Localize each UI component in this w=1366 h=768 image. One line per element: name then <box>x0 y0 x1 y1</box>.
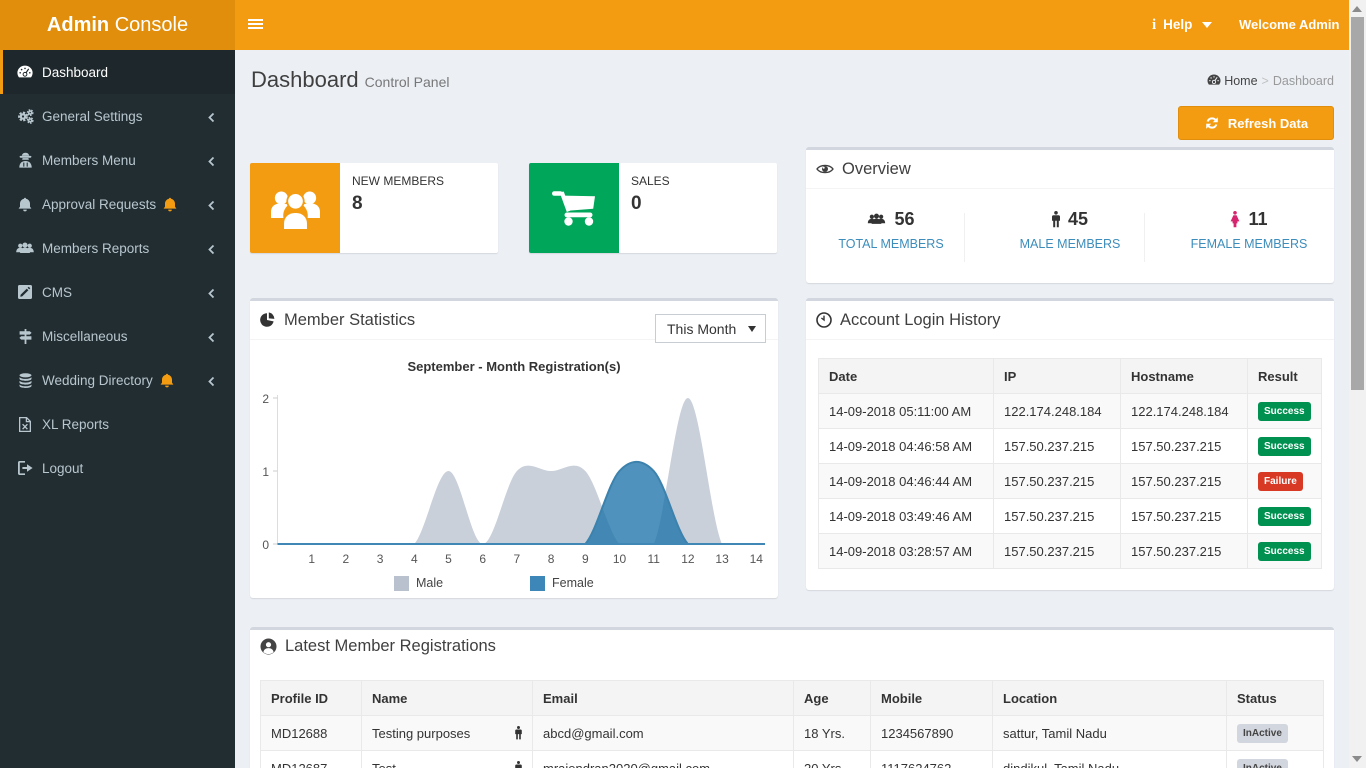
svg-text:2: 2 <box>343 552 350 566</box>
svg-text:2: 2 <box>262 392 269 406</box>
svg-text:7: 7 <box>514 552 521 566</box>
svg-text:13: 13 <box>715 552 729 566</box>
svg-text:4: 4 <box>411 552 418 566</box>
svg-text:8: 8 <box>548 552 555 566</box>
svg-text:9: 9 <box>582 552 589 566</box>
svg-text:12: 12 <box>681 552 695 566</box>
svg-text:5: 5 <box>445 552 452 566</box>
svg-text:3: 3 <box>377 552 384 566</box>
svg-text:11: 11 <box>647 552 660 566</box>
svg-text:14: 14 <box>750 552 764 566</box>
svg-text:1: 1 <box>308 552 315 566</box>
svg-text:6: 6 <box>479 552 486 566</box>
svg-text:10: 10 <box>613 552 627 566</box>
svg-text:1: 1 <box>262 465 269 479</box>
svg-text:0: 0 <box>262 538 269 552</box>
